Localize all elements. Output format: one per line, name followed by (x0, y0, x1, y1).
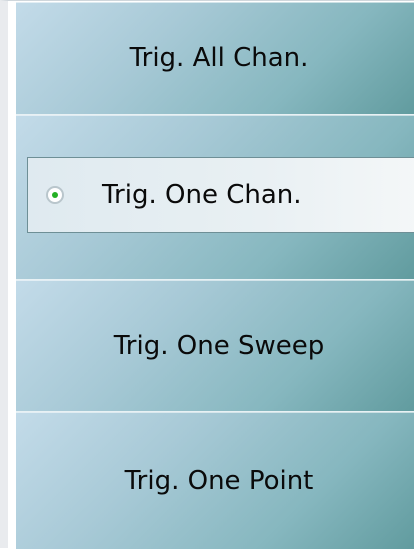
trig-all-chan-button[interactable]: Trig. All Chan. (16, 2, 414, 114)
trig-all-chan-label: Trig. All Chan. (129, 43, 309, 73)
trig-one-sweep-button[interactable]: Trig. One Sweep (16, 280, 414, 411)
radio-selected-icon (46, 186, 64, 204)
trig-one-chan-button[interactable]: Trig. One Chan. (27, 157, 414, 233)
trig-one-chan-label: Trig. One Chan. (102, 180, 302, 210)
trig-one-sweep-label: Trig. One Sweep (113, 330, 325, 361)
trigger-menu-panel: Trig. All Chan. Trig. One Chan. Trig. On… (0, 0, 414, 549)
trig-one-point-label: Trig. One Point (124, 465, 314, 496)
trig-one-point-button[interactable]: Trig. One Point (16, 412, 414, 549)
